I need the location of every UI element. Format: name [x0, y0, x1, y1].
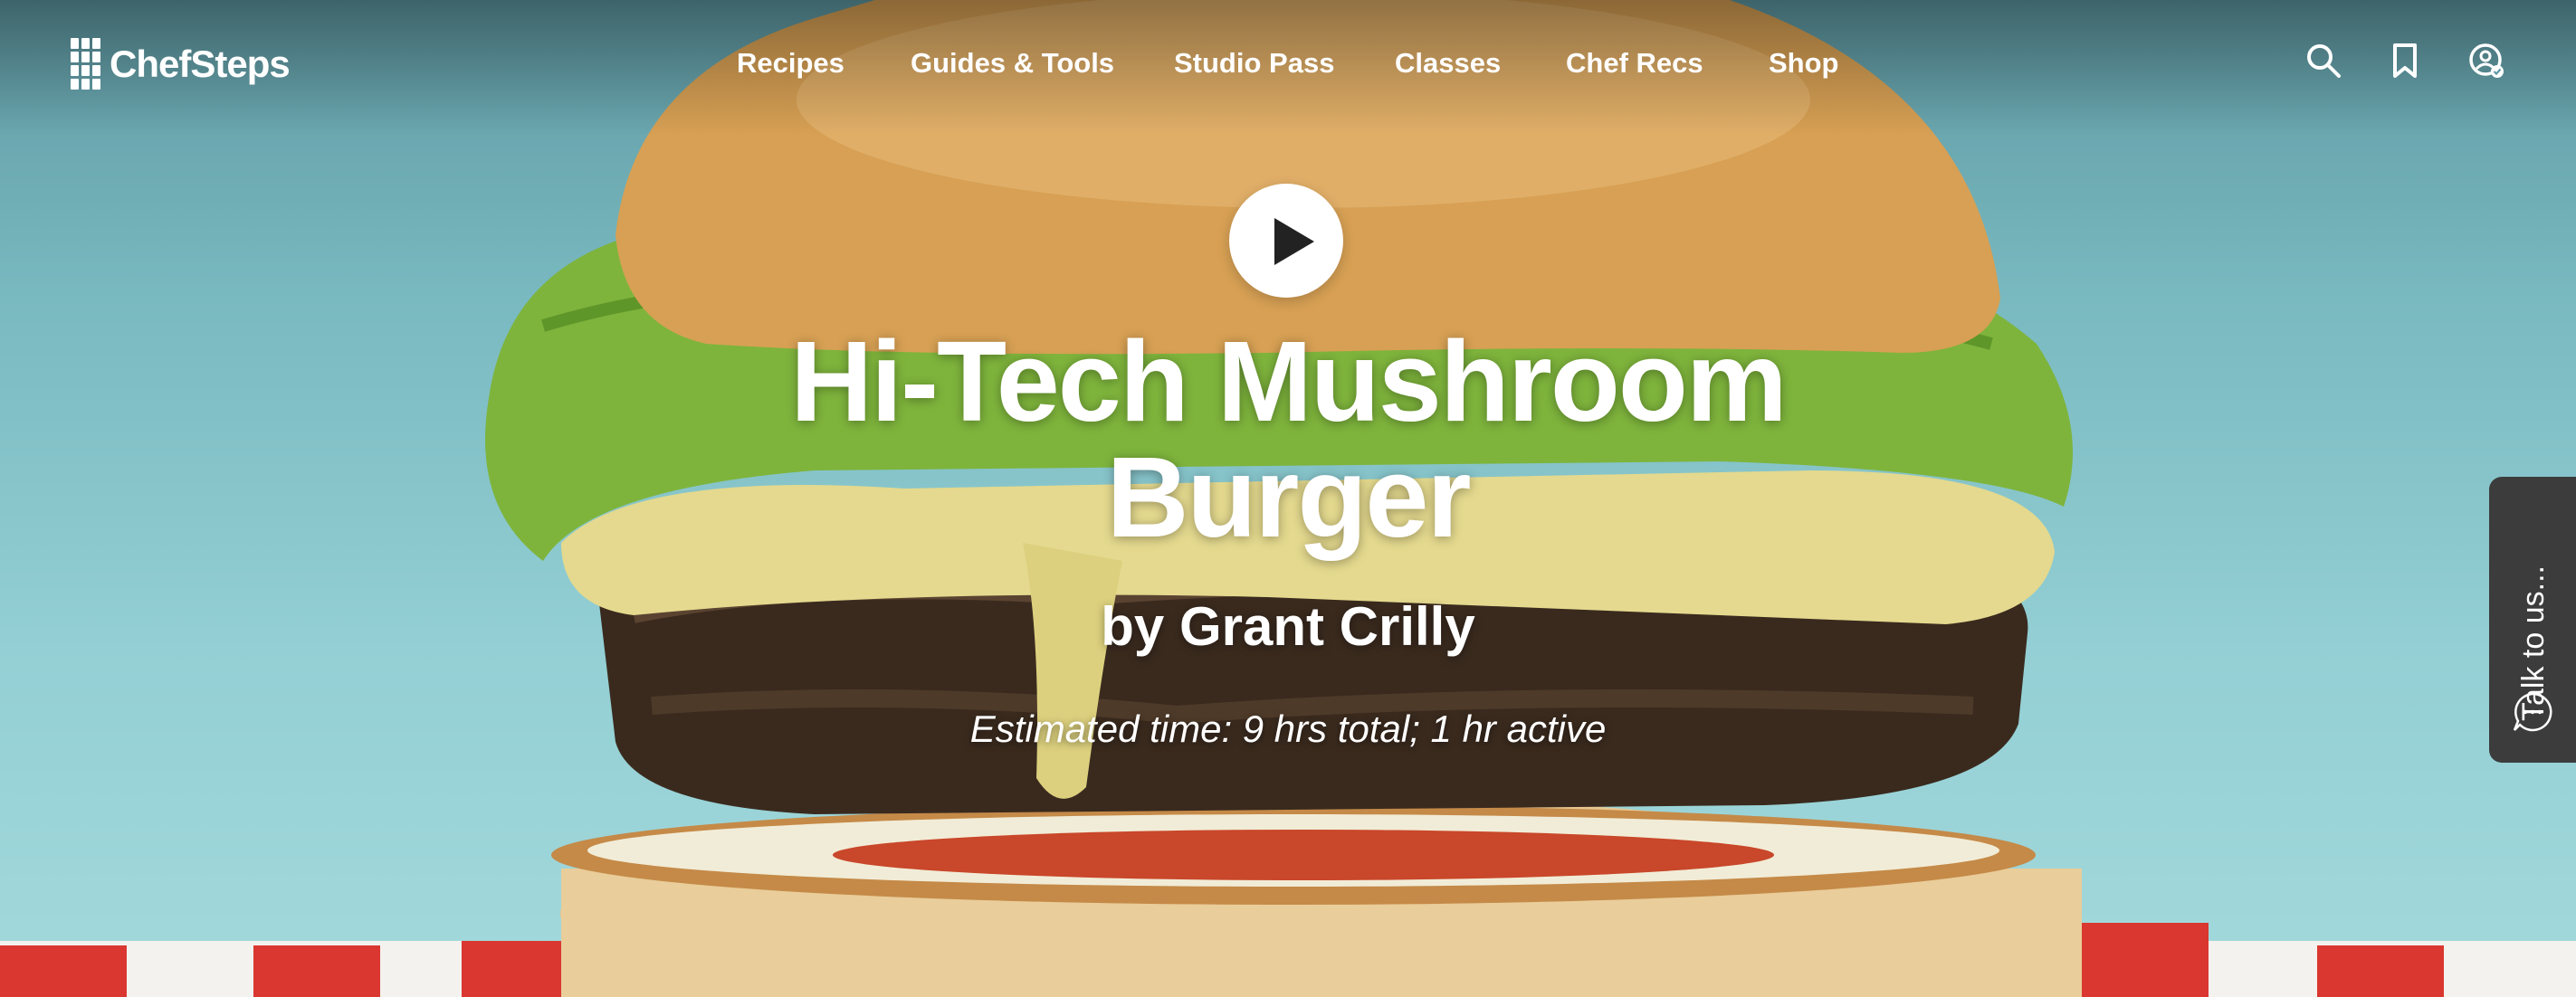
- nav-item-shop[interactable]: Shop: [1769, 47, 1839, 80]
- search-icon[interactable]: [2304, 42, 2342, 80]
- talk-to-us-widget[interactable]: Talk to us...: [2489, 477, 2576, 763]
- nav-item-guides-tools[interactable]: Guides & Tools: [911, 47, 1114, 80]
- header-icons: [2304, 42, 2505, 80]
- hero-section: ChefSteps Recipes Guides & Tools Studio …: [0, 0, 2576, 997]
- estimated-time: Estimated time: 9 hrs total; 1 hr active: [969, 707, 1607, 750]
- nav-item-chef-recs[interactable]: Chef Recs: [1566, 47, 1703, 80]
- talk-to-us-label: Talk to us...: [2516, 565, 2551, 721]
- nav-item-recipes[interactable]: Recipes: [737, 47, 844, 80]
- nav-item-classes[interactable]: Classes: [1395, 47, 1501, 80]
- play-video-button[interactable]: [1229, 184, 1343, 298]
- recipe-author: by Grant Crilly: [1101, 596, 1475, 657]
- nav-item-studio-pass[interactable]: Studio Pass: [1174, 47, 1334, 80]
- chat-bubble-icon: [2513, 692, 2552, 732]
- account-icon[interactable]: [2467, 42, 2505, 80]
- main-nav: Recipes Guides & Tools Studio Pass Class…: [0, 47, 2576, 87]
- bookmark-icon[interactable]: [2386, 42, 2424, 80]
- page-title: Hi-Tech Mushroom Burger: [790, 318, 1788, 561]
